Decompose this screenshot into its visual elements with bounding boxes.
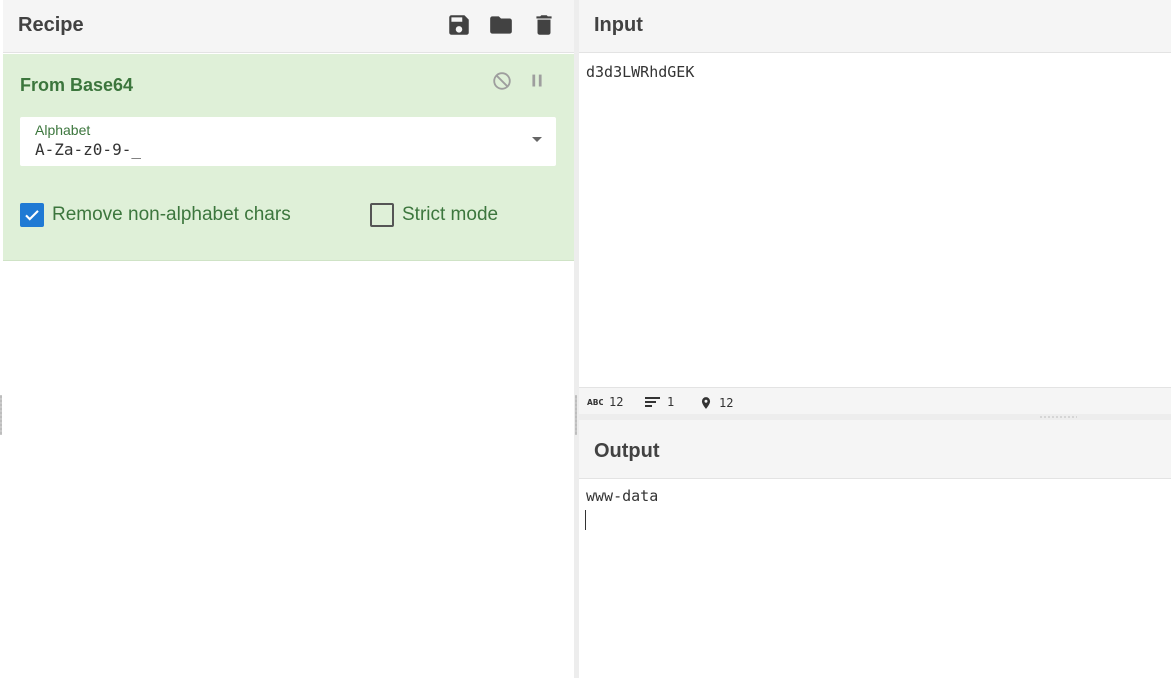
trash-icon[interactable] (531, 12, 557, 38)
length-stat: ABC 12 (587, 395, 623, 409)
output-textarea[interactable]: www-data (586, 487, 658, 505)
save-icon[interactable] (446, 12, 472, 38)
disable-icon[interactable] (491, 70, 513, 92)
alphabet-select[interactable]: Alphabet A-Za-z0-9-_ (20, 117, 556, 166)
folder-open-icon[interactable] (488, 12, 514, 38)
input-textarea[interactable]: d3d3LWRhdGEK (586, 63, 694, 81)
remove-non-alphabet-label: Remove non-alphabet chars (52, 204, 291, 225)
left-edge-grip (0, 395, 2, 435)
lines-value: 1 (667, 395, 675, 409)
alphabet-value: A-Za-z0-9-_ (35, 140, 141, 159)
check-icon (25, 210, 39, 221)
splitter-grip (575, 395, 577, 435)
output-title: Output (594, 440, 660, 462)
chevron-down-icon[interactable] (532, 137, 542, 142)
lines-stat: 1 (645, 395, 674, 409)
lines-icon (645, 397, 660, 407)
strict-mode-label: Strict mode (402, 204, 499, 225)
remove-non-alphabet-option[interactable]: Remove non-alphabet chars (20, 202, 291, 228)
input-status-bar: ABC 12 1 12 (579, 387, 1171, 414)
recipe-pane: Recipe From Base64 Alphabet A-Za-z0-9-_ (3, 0, 574, 678)
from-base64-operation[interactable]: From Base64 Alphabet A-Za-z0-9-_ Remove … (3, 54, 574, 261)
input-header: Input (579, 0, 1171, 53)
abc-icon: ABC (587, 398, 603, 407)
input-pane: Input d3d3LWRhdGEK ABC 12 1 12 (579, 0, 1171, 414)
output-pane: Output www-data (579, 420, 1171, 678)
text-cursor (585, 510, 586, 530)
strict-mode-checkbox[interactable] (370, 203, 394, 227)
recipe-header: Recipe (3, 0, 574, 53)
position-value: 12 (719, 396, 734, 410)
input-title: Input (594, 14, 643, 36)
position-stat: 12 (699, 395, 733, 411)
strict-mode-option[interactable]: Strict mode (370, 202, 498, 228)
output-header: Output (579, 420, 1171, 479)
remove-non-alphabet-checkbox[interactable] (20, 203, 44, 227)
length-value: 12 (609, 395, 624, 409)
alphabet-label: Alphabet (35, 122, 91, 138)
splitter-grip-horizontal (1039, 416, 1077, 418)
location-pin-icon (701, 397, 711, 409)
svg-text:ABC: ABC (587, 398, 603, 407)
recipe-title: Recipe (18, 14, 84, 36)
operation-title: From Base64 (20, 75, 134, 95)
pause-icon[interactable] (526, 70, 548, 92)
